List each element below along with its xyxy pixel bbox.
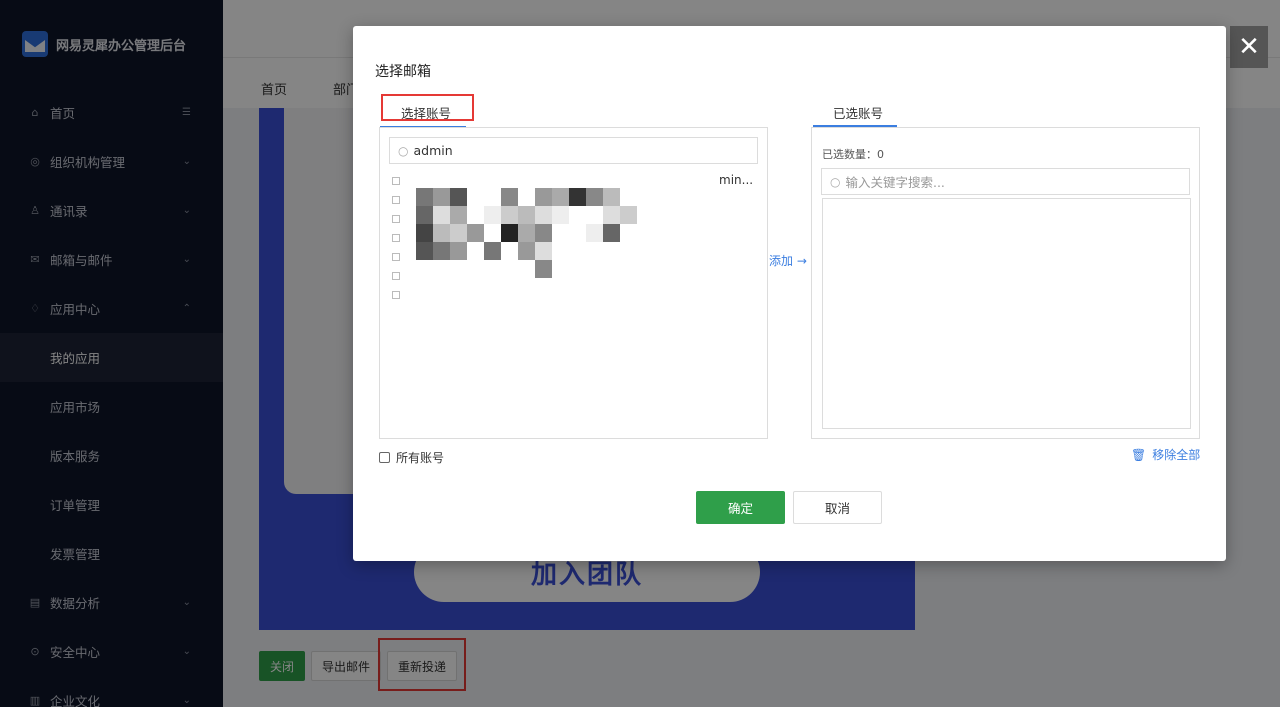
- keyword-search-placeholder: 输入关键字搜索...: [845, 175, 945, 190]
- cancel-button[interactable]: 取消: [793, 491, 882, 524]
- selected-accounts-panel: 已选数量：0 ○ 输入关键字搜索...: [811, 127, 1200, 439]
- remove-all-label: 移除全部: [1152, 448, 1201, 462]
- remove-all-button[interactable]: 🗑 移除全部: [1131, 446, 1200, 463]
- search-icon: ○: [830, 174, 841, 189]
- checkbox-icon[interactable]: [392, 233, 400, 242]
- select-mailbox-dialog: 选择邮箱 选择账号 已选账号 ○ admin min... 添加 → 已选数量：…: [353, 26, 1226, 561]
- account-result-tail: min...: [719, 173, 754, 187]
- selected-count: 已选数量：0: [822, 148, 884, 161]
- highlight-box-select-account: [381, 94, 474, 121]
- account-search-value: admin: [413, 143, 453, 158]
- checkbox-icon[interactable]: [392, 176, 400, 185]
- dialog-title: 选择邮箱: [375, 64, 431, 80]
- checkbox-icon[interactable]: [379, 452, 390, 463]
- add-button[interactable]: 添加 →: [769, 252, 807, 269]
- tab-selected-accounts[interactable]: 已选账号: [833, 103, 883, 122]
- close-icon[interactable]: ✕: [1230, 26, 1268, 68]
- checkbox-icon[interactable]: [392, 195, 400, 204]
- account-list-panel: ○ admin min...: [379, 127, 768, 439]
- all-accounts-checkbox[interactable]: 所有账号: [379, 449, 444, 466]
- trash-icon: 🗑: [1131, 447, 1147, 462]
- keyword-search-input[interactable]: ○ 输入关键字搜索...: [821, 168, 1190, 195]
- all-accounts-label: 所有账号: [396, 451, 445, 465]
- selected-accounts-list: [822, 198, 1191, 429]
- checkbox-icon[interactable]: [392, 290, 400, 299]
- checkbox-icon[interactable]: [392, 214, 400, 223]
- search-icon: ○: [398, 143, 409, 158]
- checkbox-icon[interactable]: [392, 252, 400, 261]
- account-search-input[interactable]: ○ admin: [389, 137, 758, 164]
- checkbox-icon[interactable]: [392, 271, 400, 280]
- pixelated-redaction: [416, 188, 664, 298]
- confirm-button[interactable]: 确定: [696, 491, 785, 524]
